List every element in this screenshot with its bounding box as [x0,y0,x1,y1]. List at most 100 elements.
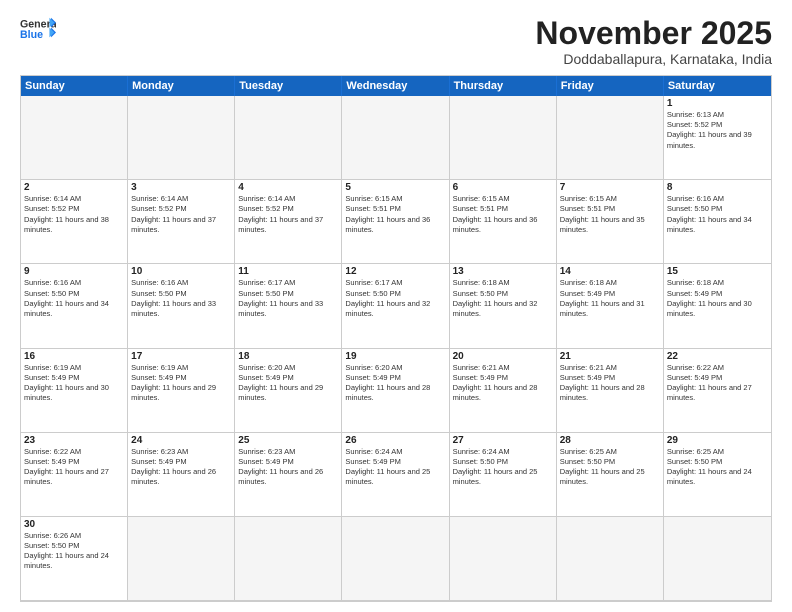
cell-info: Sunrise: 6:16 AM Sunset: 5:50 PM Dayligh… [24,278,124,319]
cell-info: Sunrise: 6:14 AM Sunset: 5:52 PM Dayligh… [24,194,124,235]
cell-info: Sunrise: 6:20 AM Sunset: 5:49 PM Dayligh… [345,363,445,404]
day-cell-17: 17Sunrise: 6:19 AM Sunset: 5:49 PM Dayli… [128,349,235,433]
empty-cell [235,96,342,180]
cell-info: Sunrise: 6:16 AM Sunset: 5:50 PM Dayligh… [667,194,768,235]
empty-cell [450,96,557,180]
day-header-monday: Monday [128,76,235,96]
calendar-grid: 1Sunrise: 6:13 AM Sunset: 5:52 PM Daylig… [21,96,771,601]
day-number: 20 [453,351,553,362]
cell-info: Sunrise: 6:20 AM Sunset: 5:49 PM Dayligh… [238,363,338,404]
day-cell-27: 27Sunrise: 6:24 AM Sunset: 5:50 PM Dayli… [450,433,557,517]
day-number: 4 [238,182,338,193]
day-number: 28 [560,435,660,446]
day-header-saturday: Saturday [664,76,771,96]
day-number: 3 [131,182,231,193]
cell-info: Sunrise: 6:14 AM Sunset: 5:52 PM Dayligh… [131,194,231,235]
cell-info: Sunrise: 6:21 AM Sunset: 5:49 PM Dayligh… [453,363,553,404]
empty-cell [128,517,235,601]
cell-info: Sunrise: 6:24 AM Sunset: 5:49 PM Dayligh… [345,447,445,488]
day-cell-25: 25Sunrise: 6:23 AM Sunset: 5:49 PM Dayli… [235,433,342,517]
day-number: 30 [24,519,124,530]
cell-info: Sunrise: 6:23 AM Sunset: 5:49 PM Dayligh… [238,447,338,488]
day-cell-16: 16Sunrise: 6:19 AM Sunset: 5:49 PM Dayli… [21,349,128,433]
day-number: 11 [238,266,338,277]
day-number: 7 [560,182,660,193]
day-number: 16 [24,351,124,362]
empty-cell [21,96,128,180]
empty-cell [128,96,235,180]
day-number: 12 [345,266,445,277]
day-cell-18: 18Sunrise: 6:20 AM Sunset: 5:49 PM Dayli… [235,349,342,433]
day-header-tuesday: Tuesday [235,76,342,96]
empty-cell [450,517,557,601]
page: General Blue November 2025 Doddaballapur… [0,0,792,612]
day-number: 22 [667,351,768,362]
day-cell-21: 21Sunrise: 6:21 AM Sunset: 5:49 PM Dayli… [557,349,664,433]
day-number: 2 [24,182,124,193]
day-number: 19 [345,351,445,362]
day-header-thursday: Thursday [450,76,557,96]
calendar: SundayMondayTuesdayWednesdayThursdayFrid… [20,75,772,602]
day-cell-10: 10Sunrise: 6:16 AM Sunset: 5:50 PM Dayli… [128,264,235,348]
empty-cell [342,96,449,180]
day-number: 25 [238,435,338,446]
day-cell-20: 20Sunrise: 6:21 AM Sunset: 5:49 PM Dayli… [450,349,557,433]
day-cell-12: 12Sunrise: 6:17 AM Sunset: 5:50 PM Dayli… [342,264,449,348]
day-number: 13 [453,266,553,277]
day-number: 26 [345,435,445,446]
cell-info: Sunrise: 6:16 AM Sunset: 5:50 PM Dayligh… [131,278,231,319]
generalblue-logo-icon: General Blue [20,16,56,44]
day-cell-22: 22Sunrise: 6:22 AM Sunset: 5:49 PM Dayli… [664,349,771,433]
svg-text:Blue: Blue [20,29,43,41]
day-cell-24: 24Sunrise: 6:23 AM Sunset: 5:49 PM Dayli… [128,433,235,517]
day-cell-26: 26Sunrise: 6:24 AM Sunset: 5:49 PM Dayli… [342,433,449,517]
day-cell-19: 19Sunrise: 6:20 AM Sunset: 5:49 PM Dayli… [342,349,449,433]
day-number: 1 [667,98,768,109]
title-block: November 2025 Doddaballapura, Karnataka,… [535,16,772,67]
day-cell-8: 8Sunrise: 6:16 AM Sunset: 5:50 PM Daylig… [664,180,771,264]
day-cell-1: 1Sunrise: 6:13 AM Sunset: 5:52 PM Daylig… [664,96,771,180]
day-cell-5: 5Sunrise: 6:15 AM Sunset: 5:51 PM Daylig… [342,180,449,264]
day-number: 9 [24,266,124,277]
day-cell-15: 15Sunrise: 6:18 AM Sunset: 5:49 PM Dayli… [664,264,771,348]
day-number: 8 [667,182,768,193]
cell-info: Sunrise: 6:22 AM Sunset: 5:49 PM Dayligh… [667,363,768,404]
day-number: 6 [453,182,553,193]
day-cell-3: 3Sunrise: 6:14 AM Sunset: 5:52 PM Daylig… [128,180,235,264]
day-cell-30: 30Sunrise: 6:26 AM Sunset: 5:50 PM Dayli… [21,517,128,601]
day-cell-4: 4Sunrise: 6:14 AM Sunset: 5:52 PM Daylig… [235,180,342,264]
empty-cell [235,517,342,601]
header: General Blue November 2025 Doddaballapur… [20,16,772,67]
day-number: 5 [345,182,445,193]
cell-info: Sunrise: 6:23 AM Sunset: 5:49 PM Dayligh… [131,447,231,488]
day-cell-28: 28Sunrise: 6:25 AM Sunset: 5:50 PM Dayli… [557,433,664,517]
day-cell-11: 11Sunrise: 6:17 AM Sunset: 5:50 PM Dayli… [235,264,342,348]
day-number: 27 [453,435,553,446]
day-cell-23: 23Sunrise: 6:22 AM Sunset: 5:49 PM Dayli… [21,433,128,517]
cell-info: Sunrise: 6:18 AM Sunset: 5:50 PM Dayligh… [453,278,553,319]
cell-info: Sunrise: 6:18 AM Sunset: 5:49 PM Dayligh… [667,278,768,319]
day-header-friday: Friday [557,76,664,96]
cell-info: Sunrise: 6:19 AM Sunset: 5:49 PM Dayligh… [131,363,231,404]
cell-info: Sunrise: 6:15 AM Sunset: 5:51 PM Dayligh… [560,194,660,235]
cell-info: Sunrise: 6:25 AM Sunset: 5:50 PM Dayligh… [560,447,660,488]
cell-info: Sunrise: 6:13 AM Sunset: 5:52 PM Dayligh… [667,110,768,151]
day-number: 21 [560,351,660,362]
empty-cell [342,517,449,601]
day-cell-13: 13Sunrise: 6:18 AM Sunset: 5:50 PM Dayli… [450,264,557,348]
day-number: 24 [131,435,231,446]
day-number: 18 [238,351,338,362]
cell-info: Sunrise: 6:26 AM Sunset: 5:50 PM Dayligh… [24,531,124,572]
logo: General Blue [20,16,56,44]
day-cell-14: 14Sunrise: 6:18 AM Sunset: 5:49 PM Dayli… [557,264,664,348]
day-header-sunday: Sunday [21,76,128,96]
empty-cell [557,517,664,601]
cell-info: Sunrise: 6:22 AM Sunset: 5:49 PM Dayligh… [24,447,124,488]
cell-info: Sunrise: 6:21 AM Sunset: 5:49 PM Dayligh… [560,363,660,404]
empty-cell [664,517,771,601]
cell-info: Sunrise: 6:17 AM Sunset: 5:50 PM Dayligh… [345,278,445,319]
day-number: 15 [667,266,768,277]
cell-info: Sunrise: 6:17 AM Sunset: 5:50 PM Dayligh… [238,278,338,319]
day-header-wednesday: Wednesday [342,76,449,96]
day-cell-2: 2Sunrise: 6:14 AM Sunset: 5:52 PM Daylig… [21,180,128,264]
